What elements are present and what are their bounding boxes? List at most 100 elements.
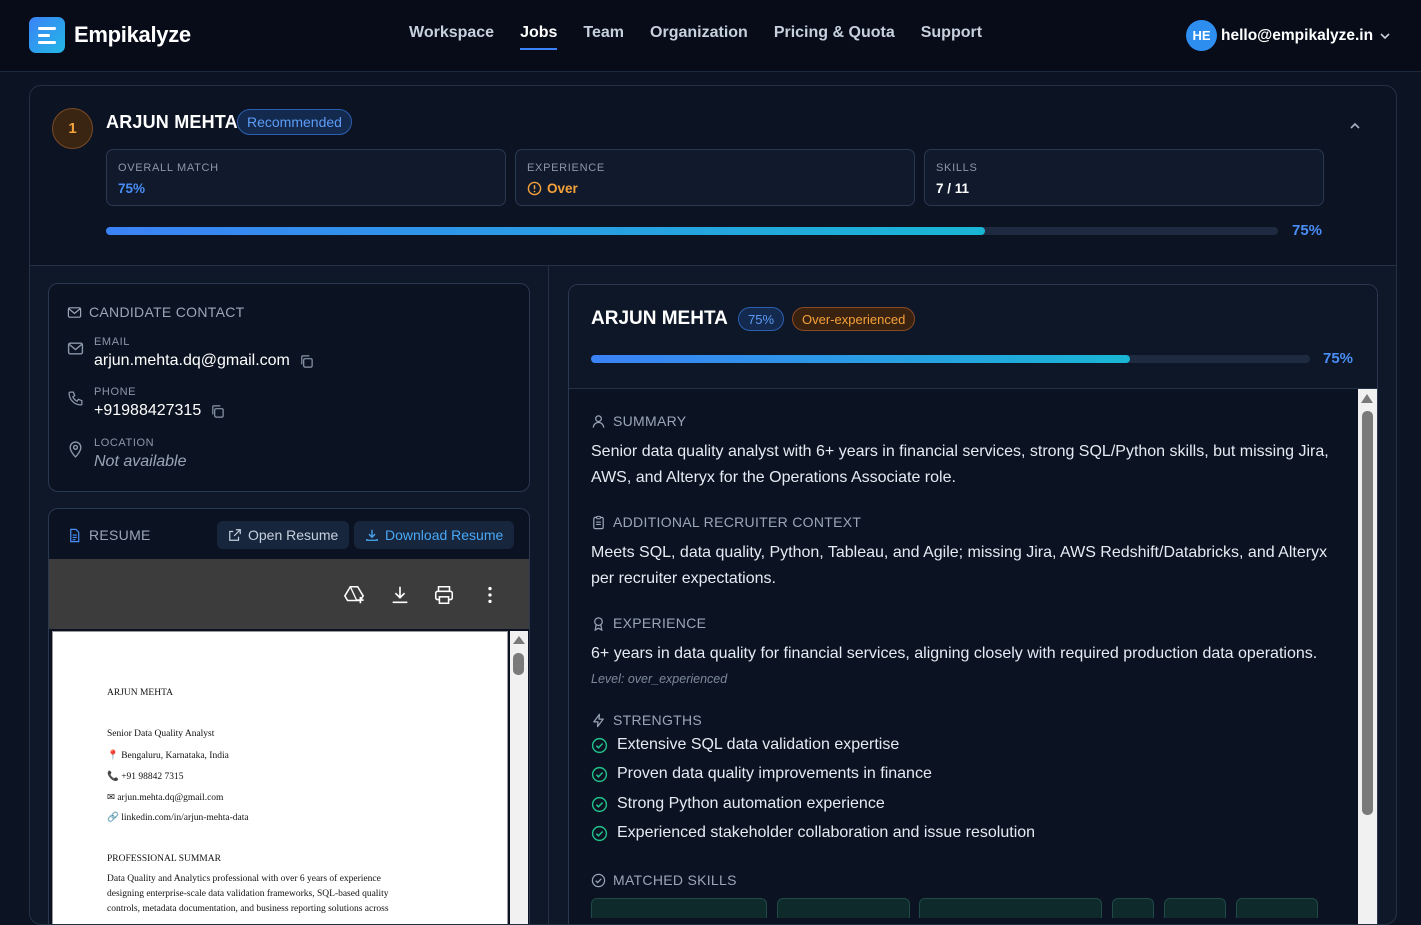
mail-icon xyxy=(67,342,84,355)
resume-card: RESUME Open Resume Download Resume ARJUN… xyxy=(48,508,530,924)
analysis-progress-fill xyxy=(591,355,1131,363)
resume-title: RESUME xyxy=(67,527,151,543)
strength-text: Proven data quality improvements in fina… xyxy=(617,765,932,782)
resume-title-text: RESUME xyxy=(89,527,151,543)
nav-support[interactable]: Support xyxy=(921,24,982,48)
lightning-icon xyxy=(593,713,604,727)
strength-item: Experienced stakeholder collaboration an… xyxy=(591,824,1035,842)
summary-title-text: SUMMARY xyxy=(613,413,687,429)
pdf-text: Senior Data Quality Analyst xyxy=(107,729,215,739)
contact-title-text: CANDIDATE CONTACT xyxy=(89,304,245,320)
pdf-toolbar xyxy=(49,559,529,629)
nav-jobs[interactable]: Jobs xyxy=(520,24,558,50)
experience-text: 6+ years in data quality for financial s… xyxy=(591,645,1318,662)
skills-value: 7 / 11 xyxy=(936,181,970,196)
download-icon xyxy=(366,529,378,541)
copy-icon[interactable] xyxy=(299,354,314,369)
more-options-icon[interactable] xyxy=(479,584,501,606)
pdf-scrollbar[interactable] xyxy=(510,631,528,924)
analysis-scrollbar[interactable] xyxy=(1358,389,1377,924)
nav-team[interactable]: Team xyxy=(583,24,624,48)
experience-level: Level: over_experienced xyxy=(591,672,728,686)
rank-badge: 1 xyxy=(52,108,93,149)
stat-label: EXPERIENCE xyxy=(527,162,605,174)
avatar: HE xyxy=(1186,20,1217,51)
pdf-text: Data Quality and Analytics professional … xyxy=(107,874,381,884)
analysis-body: SUMMARY Senior data quality analyst with… xyxy=(569,389,1359,924)
scroll-thumb[interactable] xyxy=(513,653,524,675)
pdf-page: ARJUN MEHTA Senior Data Quality Analyst … xyxy=(52,631,508,924)
copy-icon[interactable] xyxy=(210,404,225,419)
download-icon[interactable] xyxy=(389,584,411,606)
context-title: ADDITIONAL RECRUITER CONTEXT xyxy=(591,514,861,530)
pdf-text: ✉ arjun.mehta.dq@gmail.com xyxy=(107,793,224,803)
left-panel: CANDIDATE CONTACT EMAIL arjun.mehta.dq@g… xyxy=(30,266,549,924)
phone-value: +91988427315 xyxy=(94,402,225,420)
overall-match-value: 75% xyxy=(118,181,146,196)
skill-chip xyxy=(1112,898,1154,918)
summary-text: Senior data quality analyst with 6+ year… xyxy=(591,443,1329,486)
warning-icon xyxy=(527,181,542,196)
analysis-panel: ARJUN MEHTA 75% Over-experienced 75% SUM… xyxy=(568,284,1378,924)
check-circle-icon xyxy=(591,825,608,841)
strength-item: Strong Python automation experience xyxy=(591,795,885,813)
chevron-up-icon[interactable] xyxy=(1348,119,1362,133)
skill-chip xyxy=(591,898,767,918)
summary-title: SUMMARY xyxy=(591,413,686,429)
pdf-text: ARJUN MEHTA xyxy=(107,688,174,698)
nav-workspace[interactable]: Workspace xyxy=(409,24,494,48)
user-menu[interactable]: HE hello@empikalyze.in xyxy=(1186,20,1392,51)
pdf-text: 📞 +91 98842 7315 xyxy=(107,772,184,782)
strengths-title-text: STRENGTHS xyxy=(613,712,703,728)
contact-title: CANDIDATE CONTACT xyxy=(67,304,244,320)
pdf-text: designing enterprise-scale data validati… xyxy=(107,889,389,899)
email-label: EMAIL xyxy=(94,336,131,348)
context-title-text: ADDITIONAL RECRUITER CONTEXT xyxy=(613,514,862,530)
matched-skills-title: MATCHED SKILLS xyxy=(591,872,737,888)
experience-value-text: Over xyxy=(547,181,578,196)
experience-title: EXPERIENCE xyxy=(591,615,706,631)
phone-icon xyxy=(68,391,83,406)
match-progress-bar xyxy=(106,227,1278,235)
nav-organization[interactable]: Organization xyxy=(650,24,748,48)
overall-match-stat: OVERALL MATCH 75% xyxy=(106,149,506,206)
open-resume-button[interactable]: Open Resume xyxy=(217,521,350,549)
scroll-thumb[interactable] xyxy=(1362,411,1373,815)
matched-skills-title-text: MATCHED SKILLS xyxy=(613,872,737,888)
experience-value: Over xyxy=(527,181,578,196)
email-value: arjun.mehta.dq@gmail.com xyxy=(94,352,314,370)
app-name: Empikalyze xyxy=(74,22,191,47)
check-circle-icon xyxy=(591,873,606,887)
logo-icon xyxy=(29,17,65,53)
skill-chip xyxy=(1236,898,1318,918)
candidate-card: 1 ARJUN MEHTA Recommended OVERALL MATCH … xyxy=(29,85,1397,925)
award-icon xyxy=(594,616,603,631)
top-navbar: Empikalyze Workspace Jobs Team Organizat… xyxy=(0,0,1421,72)
stat-label: OVERALL MATCH xyxy=(118,162,219,174)
experience-stat: EXPERIENCE Over xyxy=(515,149,915,206)
document-icon xyxy=(70,528,80,542)
pdf-text: controls, metadata documentation, and bu… xyxy=(107,904,389,914)
add-to-drive-icon[interactable] xyxy=(343,584,365,606)
scroll-up-arrow[interactable] xyxy=(513,636,525,644)
download-resume-button[interactable]: Download Resume xyxy=(354,521,515,549)
pdf-text: 🔗 linkedin.com/in/arjun-mehta-data xyxy=(107,813,249,823)
email-text: arjun.mehta.dq@gmail.com xyxy=(94,352,290,369)
open-resume-label: Open Resume xyxy=(248,527,339,543)
pdf-text: PROFESSIONAL SUMMAR xyxy=(107,854,221,864)
strengths-title: STRENGTHS xyxy=(591,712,702,728)
strength-text: Strong Python automation experience xyxy=(617,795,885,812)
analysis-candidate-name: ARJUN MEHTA xyxy=(591,308,728,329)
user-email: hello@empikalyze.in xyxy=(1221,26,1374,44)
app-logo[interactable]: Empikalyze xyxy=(29,17,191,53)
phone-text: +91988427315 xyxy=(94,402,202,419)
recommended-badge: Recommended xyxy=(237,109,352,135)
nav-pricing[interactable]: Pricing & Quota xyxy=(774,24,895,48)
mail-icon xyxy=(67,306,82,318)
print-icon[interactable] xyxy=(433,584,455,606)
scroll-up-arrow[interactable] xyxy=(1361,394,1373,403)
contact-card: CANDIDATE CONTACT EMAIL arjun.mehta.dq@g… xyxy=(48,283,530,492)
experience-title-text: EXPERIENCE xyxy=(613,615,707,631)
skill-chip xyxy=(777,898,910,918)
strength-text: Experienced stakeholder collaboration an… xyxy=(617,824,1036,841)
